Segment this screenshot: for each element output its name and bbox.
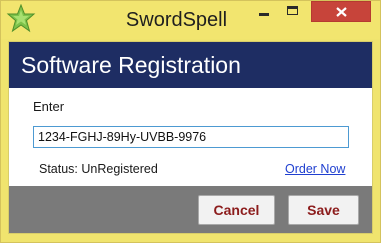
- registration-key-input[interactable]: [33, 126, 349, 148]
- cancel-button[interactable]: Cancel: [198, 195, 275, 225]
- button-bar: Cancel Save: [9, 186, 372, 233]
- dialog-header: Software Registration: [9, 42, 372, 88]
- close-button[interactable]: [311, 1, 371, 22]
- status-text: Status: UnRegistered: [39, 162, 158, 176]
- order-now-link[interactable]: Order Now: [285, 162, 345, 177]
- app-window: SwordSpell Software Registration Enter S…: [0, 0, 381, 243]
- title-bar[interactable]: SwordSpell: [1, 1, 380, 39]
- close-icon: [336, 7, 347, 17]
- page-title: Software Registration: [21, 52, 241, 78]
- app-star-icon: [6, 3, 36, 34]
- minimize-icon[interactable]: [250, 1, 278, 21]
- enter-label: Enter: [33, 99, 65, 114]
- maximize-icon[interactable]: [280, 1, 308, 21]
- dialog-body: Software Registration Enter Status: UnRe…: [8, 41, 373, 234]
- save-button[interactable]: Save: [288, 195, 359, 225]
- window-title: SwordSpell: [125, 9, 228, 31]
